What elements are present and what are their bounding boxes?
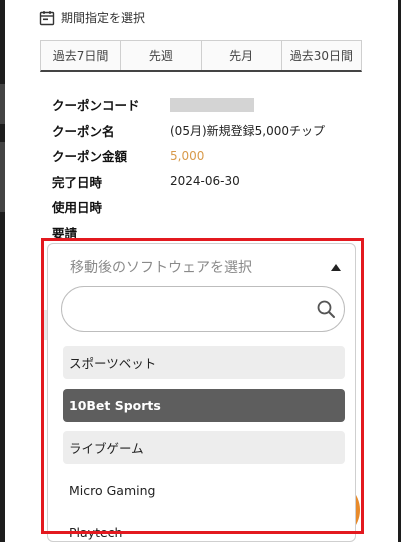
coupon-code-label: クーポンコード xyxy=(52,98,140,114)
period-label: 期間指定を選択 xyxy=(61,11,146,25)
coupon-code-row: クーポンコード xyxy=(52,92,325,118)
tab-last-7-days[interactable]: 過去7日間 xyxy=(41,41,122,70)
coupon-name-label: クーポン名 xyxy=(52,123,115,139)
used-label: 使用日時 xyxy=(52,200,103,216)
completed-label: 完了日時 xyxy=(52,174,103,190)
period-tabs: 過去7日間 先週 先月 過去30日間 xyxy=(40,40,362,72)
coupon-amount-row: クーポン金額 5,000 xyxy=(52,143,325,169)
tab-last-month[interactable]: 先月 xyxy=(201,41,282,70)
coupon-code-masked xyxy=(170,97,254,112)
device-frame-left xyxy=(0,0,5,542)
coupon-amount-label: クーポン金額 xyxy=(52,149,128,165)
coupon-name-value: (05月)新規登録5,000チップ xyxy=(170,123,325,138)
completed-row: 完了日時 2024-06-30 xyxy=(52,169,325,195)
coupon-amount-value: 5,000 xyxy=(170,148,205,163)
tab-last-week[interactable]: 先週 xyxy=(121,41,202,70)
tab-last-30-days[interactable]: 過去30日間 xyxy=(281,41,361,70)
coupon-details: クーポンコード クーポン名 (05月)新規登録5,000チップ クーポン金額 5… xyxy=(52,92,325,245)
coupon-name-row: クーポン名 (05月)新規登録5,000チップ xyxy=(52,118,325,144)
period-selector[interactable]: 期間指定を選択 xyxy=(39,9,145,26)
calendar-icon xyxy=(39,10,55,26)
highlight-frame xyxy=(41,238,364,534)
device-button xyxy=(0,142,5,212)
completed-value: 2024-06-30 xyxy=(170,174,240,189)
device-button xyxy=(0,84,5,124)
used-row: 使用日時 xyxy=(52,194,325,220)
